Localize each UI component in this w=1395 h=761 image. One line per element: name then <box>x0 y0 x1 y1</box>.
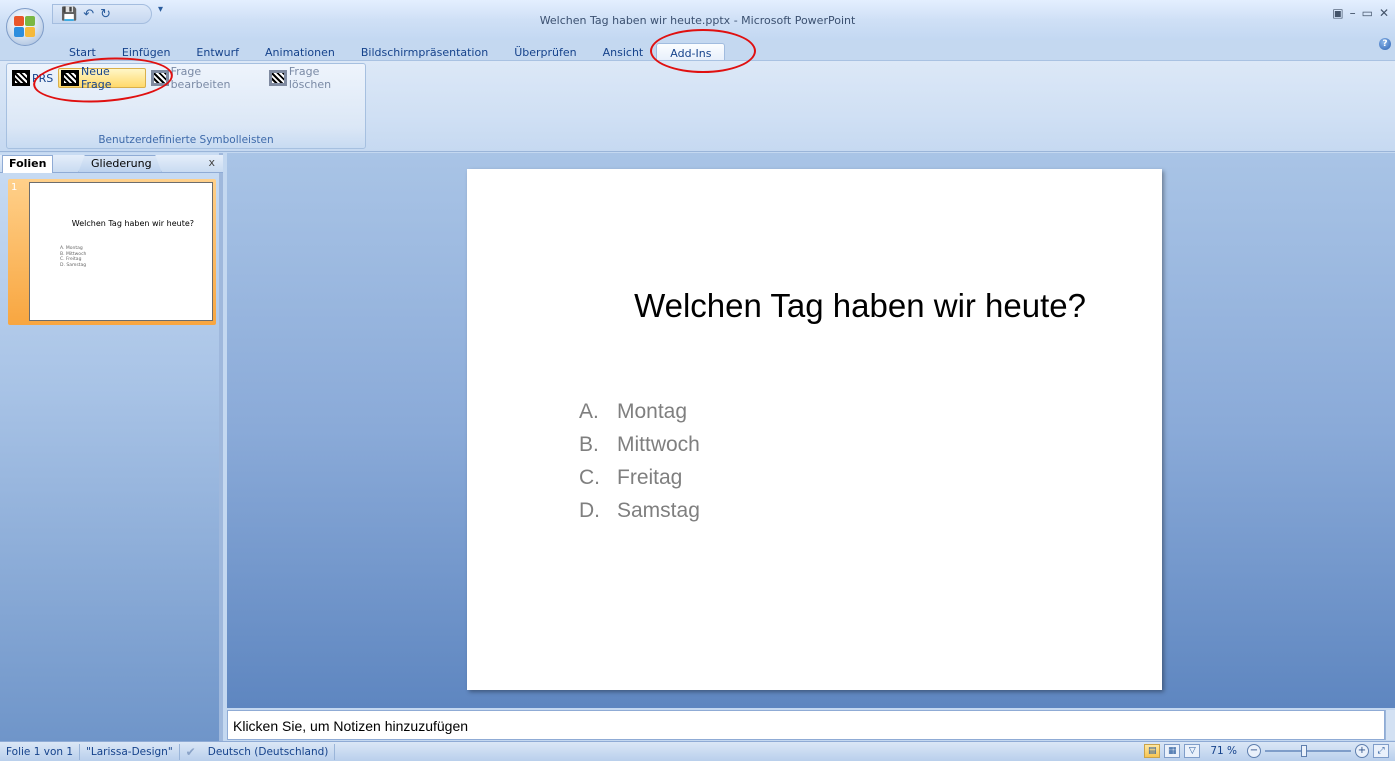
answer-letter: C. <box>579 466 600 489</box>
theme-name: "Larissa-Design" <box>80 743 180 760</box>
slide-number: 1 <box>11 182 18 193</box>
slide-editor-area: Welchen Tag haben wir heute? A. Montag B.… <box>227 153 1395 708</box>
slide-sorter-icon[interactable]: ▦ <box>1164 744 1181 758</box>
tab-gliederung[interactable]: Gliederung <box>78 155 162 173</box>
zoom-in-icon[interactable]: + <box>1355 744 1369 758</box>
view-zoom-controls: ▤ ▦ ▽ 71 % − + ⤢ <box>1144 744 1389 758</box>
restore-layout-icon[interactable]: ▣ <box>1332 6 1343 20</box>
answer-text: Montag <box>617 400 688 423</box>
edit-question-button[interactable]: Frage bearbeiten <box>150 65 264 91</box>
spellcheck-icon[interactable]: ✔ <box>180 745 202 759</box>
slide-canvas[interactable]: Welchen Tag haben wir heute? A. Montag B.… <box>467 169 1162 690</box>
notes-pane[interactable]: Klicken Sie, um Notizen hinzuzufügen <box>227 710 1385 740</box>
prs-label: PRS <box>32 71 54 85</box>
prs-icon <box>12 70 30 86</box>
thumbnail-answers: A. Montag B. Mittwoch C. Freitag D. Sams… <box>60 246 86 268</box>
ribbon: PRS Neue Frage Frage bearbeiten Frage lö… <box>0 60 1395 152</box>
answer-item: B. Mittwoch <box>579 428 700 461</box>
prs-button[interactable]: PRS <box>11 68 54 88</box>
answer-item: C. Freitag <box>579 461 700 494</box>
close-button[interactable]: ✕ <box>1379 6 1389 20</box>
slide-title[interactable]: Welchen Tag haben wir heute? <box>467 287 1162 325</box>
answer-item: D. Samstag <box>579 494 700 527</box>
maximize-button[interactable]: ▭ <box>1362 6 1373 20</box>
slides-pane-tabs: Gliederung Folien x <box>0 155 223 173</box>
ribbon-group-label: Benutzerdefinierte Symbolleisten <box>98 134 274 146</box>
new-question-label: Neue Frage <box>81 65 112 91</box>
delete-question-label: Frage löschen <box>288 65 332 91</box>
slide-thumbnail-selected[interactable]: 1 Welchen Tag haben wir heute? A. Montag… <box>8 179 216 325</box>
answer-text: Mittwoch <box>617 433 700 456</box>
normal-view-icon[interactable]: ▤ <box>1144 744 1161 758</box>
fit-to-window-icon[interactable]: ⤢ <box>1373 744 1389 758</box>
help-icon[interactable]: ? <box>1379 38 1391 50</box>
answer-letter: D. <box>579 499 600 522</box>
answer-text: Freitag <box>617 466 683 489</box>
window-title: Welchen Tag haben wir heute.pptx - Micro… <box>539 14 856 27</box>
thumbnail-answer: D. Samstag <box>60 262 87 268</box>
edit-question-label: Frage bearbeiten <box>170 65 231 91</box>
notes-placeholder: Klicken Sie, um Notizen hinzuzufügen <box>233 718 469 734</box>
notes-scrollbar[interactable] <box>1385 710 1395 740</box>
answer-letter: A. <box>579 400 599 423</box>
thumbnail-title: Welchen Tag haben wir heute? <box>71 219 194 228</box>
status-bar: Folie 1 von 1 "Larissa-Design" ✔ Deutsch… <box>0 741 1395 761</box>
answer-item: A. Montag <box>579 395 700 428</box>
zoom-slider[interactable] <box>1265 745 1351 757</box>
slideshow-icon[interactable]: ▽ <box>1184 744 1201 758</box>
title-bar: 💾 ↶ ↻ ▾ Welchen Tag haben wir heute.pptx… <box>0 0 1395 40</box>
office-logo-icon <box>14 16 36 38</box>
window-controls: ▣ – ▭ ✕ <box>1332 6 1389 20</box>
slide-thumbnail[interactable]: Welchen Tag haben wir heute? A. Montag B… <box>29 182 213 321</box>
language[interactable]: Deutsch (Deutschland) <box>202 743 336 760</box>
answer-text: Samstag <box>617 499 700 522</box>
delete-question-button[interactable]: Frage löschen <box>268 65 365 91</box>
slides-pane: Gliederung Folien x 1 Welchen Tag haben … <box>0 153 223 741</box>
new-question-icon <box>61 70 79 86</box>
tab-folien[interactable]: Folien <box>2 155 54 173</box>
ribbon-group-custom-toolbars: PRS Neue Frage Frage bearbeiten Frage lö… <box>6 63 366 149</box>
edit-question-icon <box>150 70 169 86</box>
answer-letter: B. <box>579 433 599 456</box>
minimize-button[interactable]: – <box>1350 6 1356 20</box>
slide-info: Folie 1 von 1 <box>0 743 81 760</box>
zoom-level[interactable]: 71 % <box>1204 745 1243 757</box>
answer-list[interactable]: A. Montag B. Mittwoch C. Freitag D. Samstag <box>579 395 700 527</box>
close-icon[interactable]: x <box>208 156 215 169</box>
delete-question-icon <box>269 70 287 86</box>
zoom-out-icon[interactable]: − <box>1247 744 1261 758</box>
zoom-slider-thumb[interactable] <box>1301 745 1307 757</box>
office-button[interactable] <box>6 8 44 46</box>
new-question-button[interactable]: Neue Frage <box>58 65 146 91</box>
